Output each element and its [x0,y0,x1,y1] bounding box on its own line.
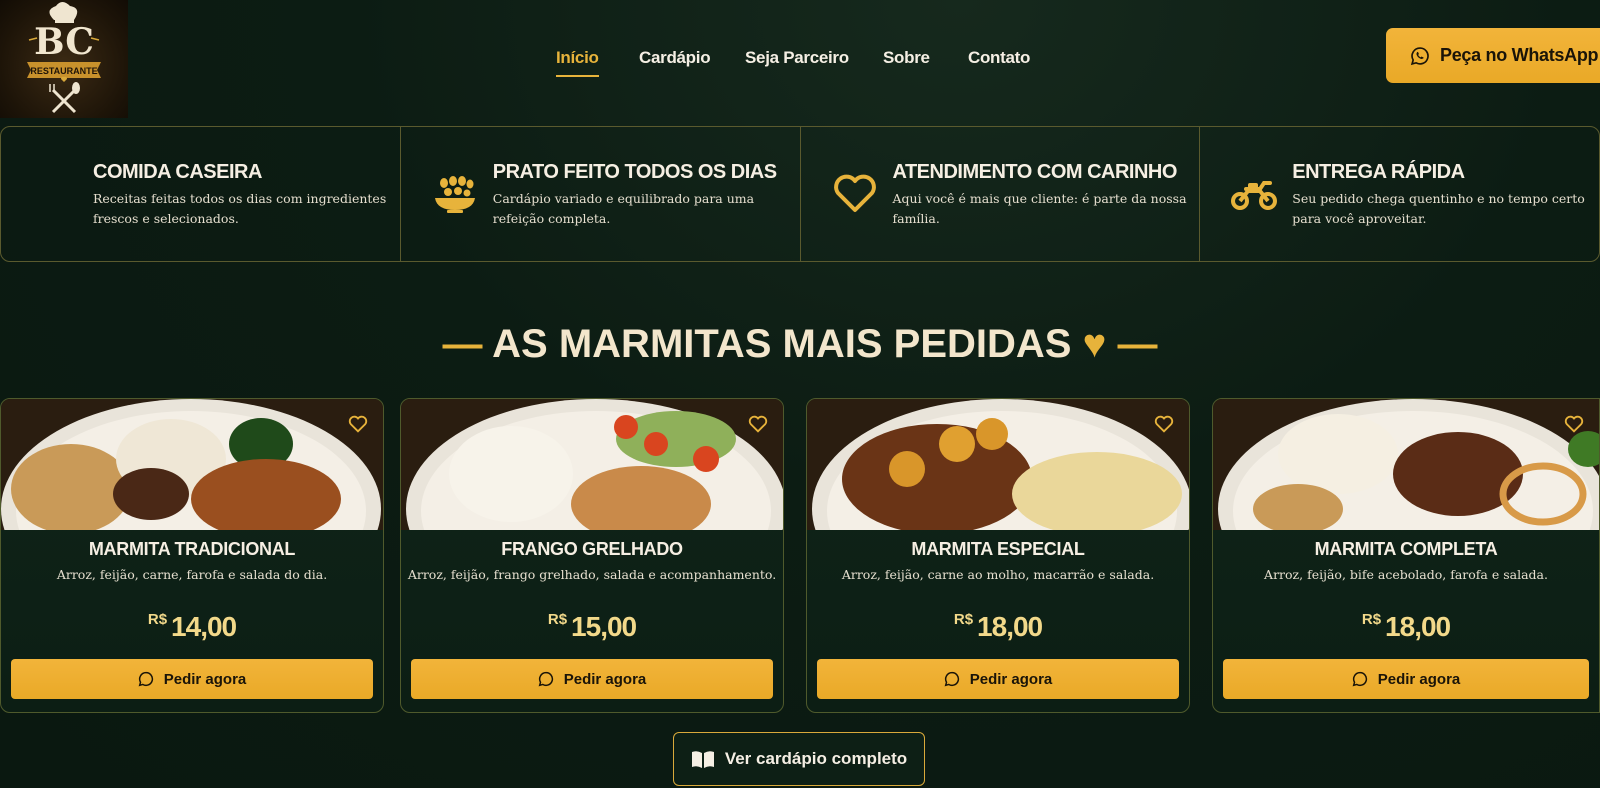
nav-item-contato[interactable]: Contato [968,48,1030,68]
order-button-label: Pedir agora [563,670,647,688]
nav-item-sobre[interactable]: Sobre [883,48,930,68]
order-button[interactable]: Pedir agora [817,659,1179,699]
price-currency: R$ [1361,611,1382,628]
price-currency: R$ [547,611,568,628]
feature-title: ENTREGA RÁPIDA [1292,161,1465,183]
product-card: FRANGO GRELHADO Arroz, feijão, frango gr… [400,398,784,713]
nav-item-cardapio[interactable]: Cardápio [639,48,711,68]
product-price: R$ 15,00 [401,611,783,643]
section-title: — AS MARMITAS MAIS PEDIDAS ♥ — [0,322,1600,367]
order-button-label: Pedir agora [969,670,1053,688]
feature-text: Aqui você é mais que cliente: é parte da… [892,191,1187,226]
price-value: 18,00 [977,611,1043,642]
favorite-heart-icon[interactable] [347,413,369,435]
product-name: MARMITA TRADICIONAL [88,539,296,559]
feature-atendimento: ATENDIMENTO COM CARINHO Aqui você é mais… [801,127,1201,261]
order-button-label: Pedir agora [163,670,247,688]
product-card: MARMITA TRADICIONAL Arroz, feijão, carne… [0,398,384,713]
main-nav: Início Cardápio Seja Parceiro Sobre Cont… [0,44,1600,77]
feature-text: Cardápio variado e equilibrado para uma … [492,191,755,226]
product-image [1213,399,1599,530]
favorite-heart-icon[interactable] [1563,413,1585,435]
nav-item-seja-parceiro[interactable]: Seja Parceiro [745,48,849,68]
product-price: R$ 18,00 [1213,611,1599,643]
full-menu-button[interactable]: Ver cardápio completo [673,732,925,786]
order-button-label: Pedir agora [1377,670,1461,688]
product-name: FRANGO GRELHADO [501,539,683,559]
feature-prato-feito: PRATO FEITO TODOS OS DIAS Cardápio varia… [401,127,801,261]
order-button[interactable]: Pedir agora [411,659,773,699]
product-card: MARMITA COMPLETA Arroz, feijão, bife ace… [1212,398,1600,713]
product-image [807,399,1189,530]
order-button[interactable]: Pedir agora [11,659,373,699]
feature-entrega: ENTREGA RÁPIDA Seu pedido chega quentinh… [1200,127,1599,261]
whatsapp-icon [138,671,153,687]
price-value: 14,00 [171,611,237,642]
feature-comida-caseira: COMIDA CASEIRA Receitas feitas todos os … [1,127,401,261]
product-price: R$ 14,00 [1,611,383,643]
price-currency: R$ [147,611,168,628]
feature-title: COMIDA CASEIRA [93,161,262,183]
whatsapp-icon [1410,46,1429,65]
book-icon [691,751,714,768]
full-menu-label: Ver cardápio completo [724,749,908,768]
feature-text: Receitas feitas todos os dias com ingred… [93,191,387,226]
price-value: 15,00 [571,611,637,642]
price-value: 18,00 [1385,611,1451,642]
product-image [401,399,783,530]
favorite-heart-icon[interactable] [747,413,769,435]
feature-title: PRATO FEITO TODOS OS DIAS [492,161,777,183]
product-card: MARMITA ESPECIAL Arroz, feijão, carne ao… [806,398,1190,713]
section-title-text: AS MARMITAS MAIS PEDIDAS [492,322,1072,366]
price-currency: R$ [953,611,974,628]
feature-text: Seu pedido chega quentinho e no tempo ce… [1292,191,1585,226]
features-strip: COMIDA CASEIRA Receitas feitas todos os … [0,126,1600,262]
favorite-heart-icon[interactable] [1153,413,1175,435]
product-name: MARMITA COMPLETA [1314,539,1498,559]
product-price: R$ 18,00 [807,611,1189,643]
whatsapp-order-label: Peça no WhatsApp [1440,45,1599,65]
whatsapp-order-button[interactable]: Peça no WhatsApp [1386,28,1600,83]
bowl-icon [434,176,475,213]
title-dash-right: — [1117,322,1158,366]
nav-item-inicio[interactable]: Início [556,48,599,77]
heart-icon [833,174,876,212]
title-dash-left: — [442,322,483,366]
whatsapp-icon [538,671,553,687]
whatsapp-icon [1352,671,1367,687]
product-description: Arroz, feijão, carne, farofa e salada do… [56,567,328,582]
product-description: Arroz, feijão, carne ao molho, macarrão … [841,567,1155,582]
feature-title: ATENDIMENTO COM CARINHO [892,161,1178,183]
order-button[interactable]: Pedir agora [1223,659,1589,699]
whatsapp-icon [944,671,959,687]
product-description: Arroz, feijão, bife acebolado, farofa e … [1264,567,1548,582]
product-image [1,399,383,530]
product-description: Arroz, feijão, frango grelhado, salada e… [407,567,777,582]
motorcycle-icon [1231,181,1278,210]
title-heart-icon: ♥ [1082,322,1107,366]
product-name: MARMITA ESPECIAL [911,539,1085,559]
